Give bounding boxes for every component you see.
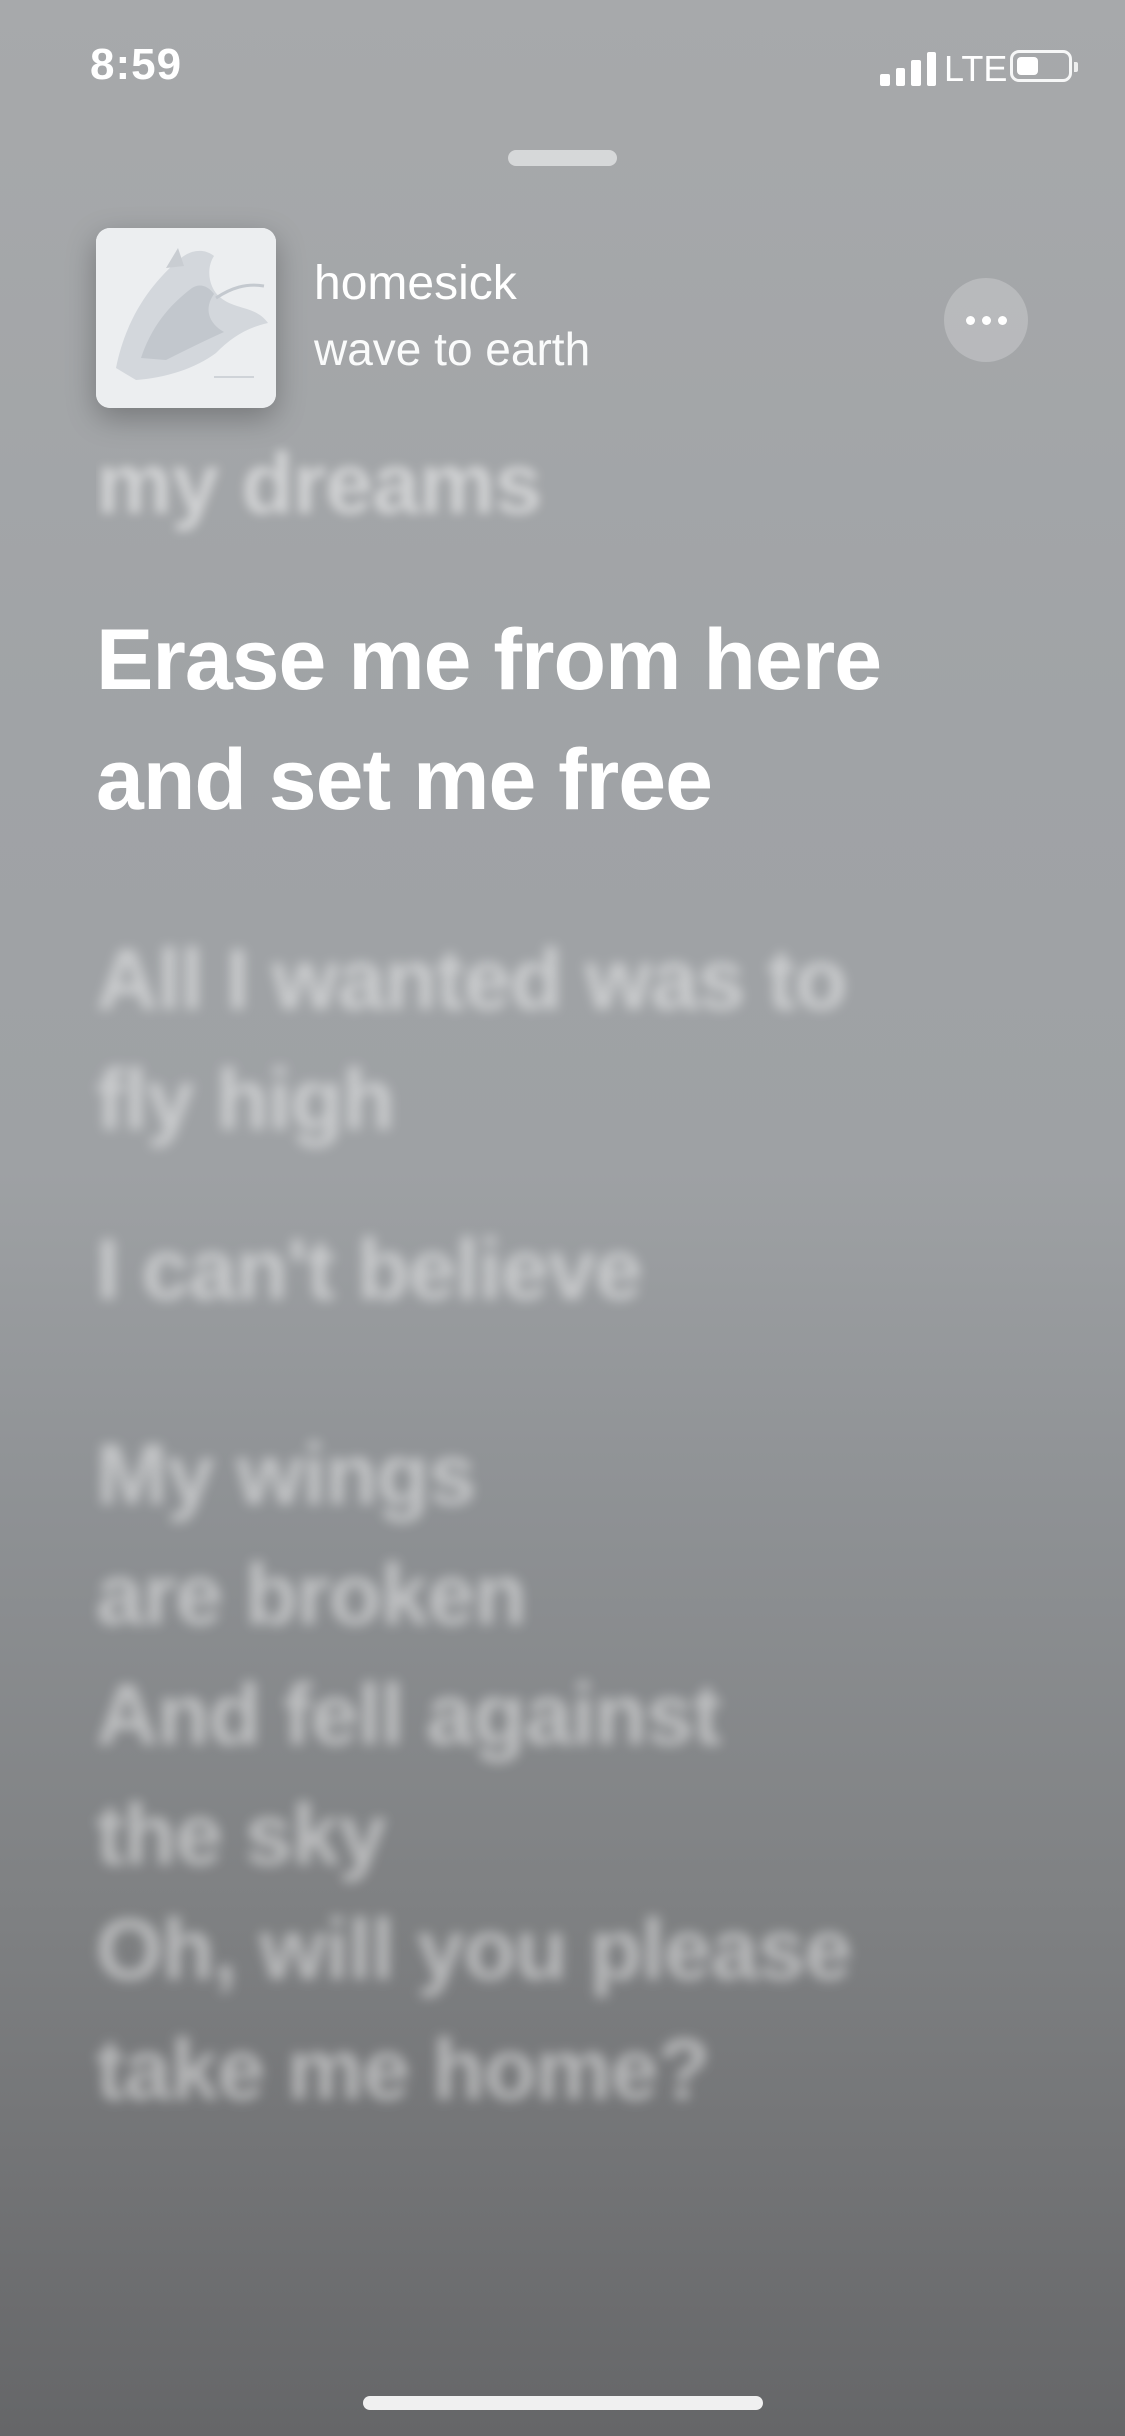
status-bar: 8:59 LTE	[0, 0, 1125, 130]
track-title: homesick	[314, 257, 517, 310]
lyric-line[interactable]: Oh, will you please take me home?	[96, 1890, 1056, 2130]
network-type: LTE	[944, 48, 1008, 89]
lyric-line-previous[interactable]: my dreams	[96, 442, 1056, 544]
more-options-button[interactable]	[944, 278, 1028, 362]
lyric-current-text: Erase me from here and set me free	[96, 612, 882, 828]
track-artist[interactable]: wave to earth	[314, 322, 590, 376]
lyric-line[interactable]: All I wanted was to fly high	[96, 920, 1056, 1160]
battery-icon	[1010, 50, 1078, 82]
lyric-line[interactable]: And fell against the sky	[96, 1655, 1056, 1895]
lyric-line-current[interactable]: Erase me from here and set me free	[96, 600, 1056, 840]
album-artwork[interactable]	[96, 228, 276, 408]
home-indicator[interactable]	[363, 2396, 763, 2410]
album-art-image	[96, 228, 276, 408]
sheet-grabber-handle[interactable]	[508, 150, 617, 166]
lyric-line[interactable]: I can't believe	[96, 1210, 1056, 1330]
lyric-line[interactable]: My wings are broken	[96, 1415, 1056, 1655]
status-time: 8:59	[90, 40, 183, 89]
now-playing-header: homesick wave to earth	[96, 228, 1036, 408]
signal-icon	[880, 48, 936, 86]
ellipsis-icon	[965, 315, 975, 325]
